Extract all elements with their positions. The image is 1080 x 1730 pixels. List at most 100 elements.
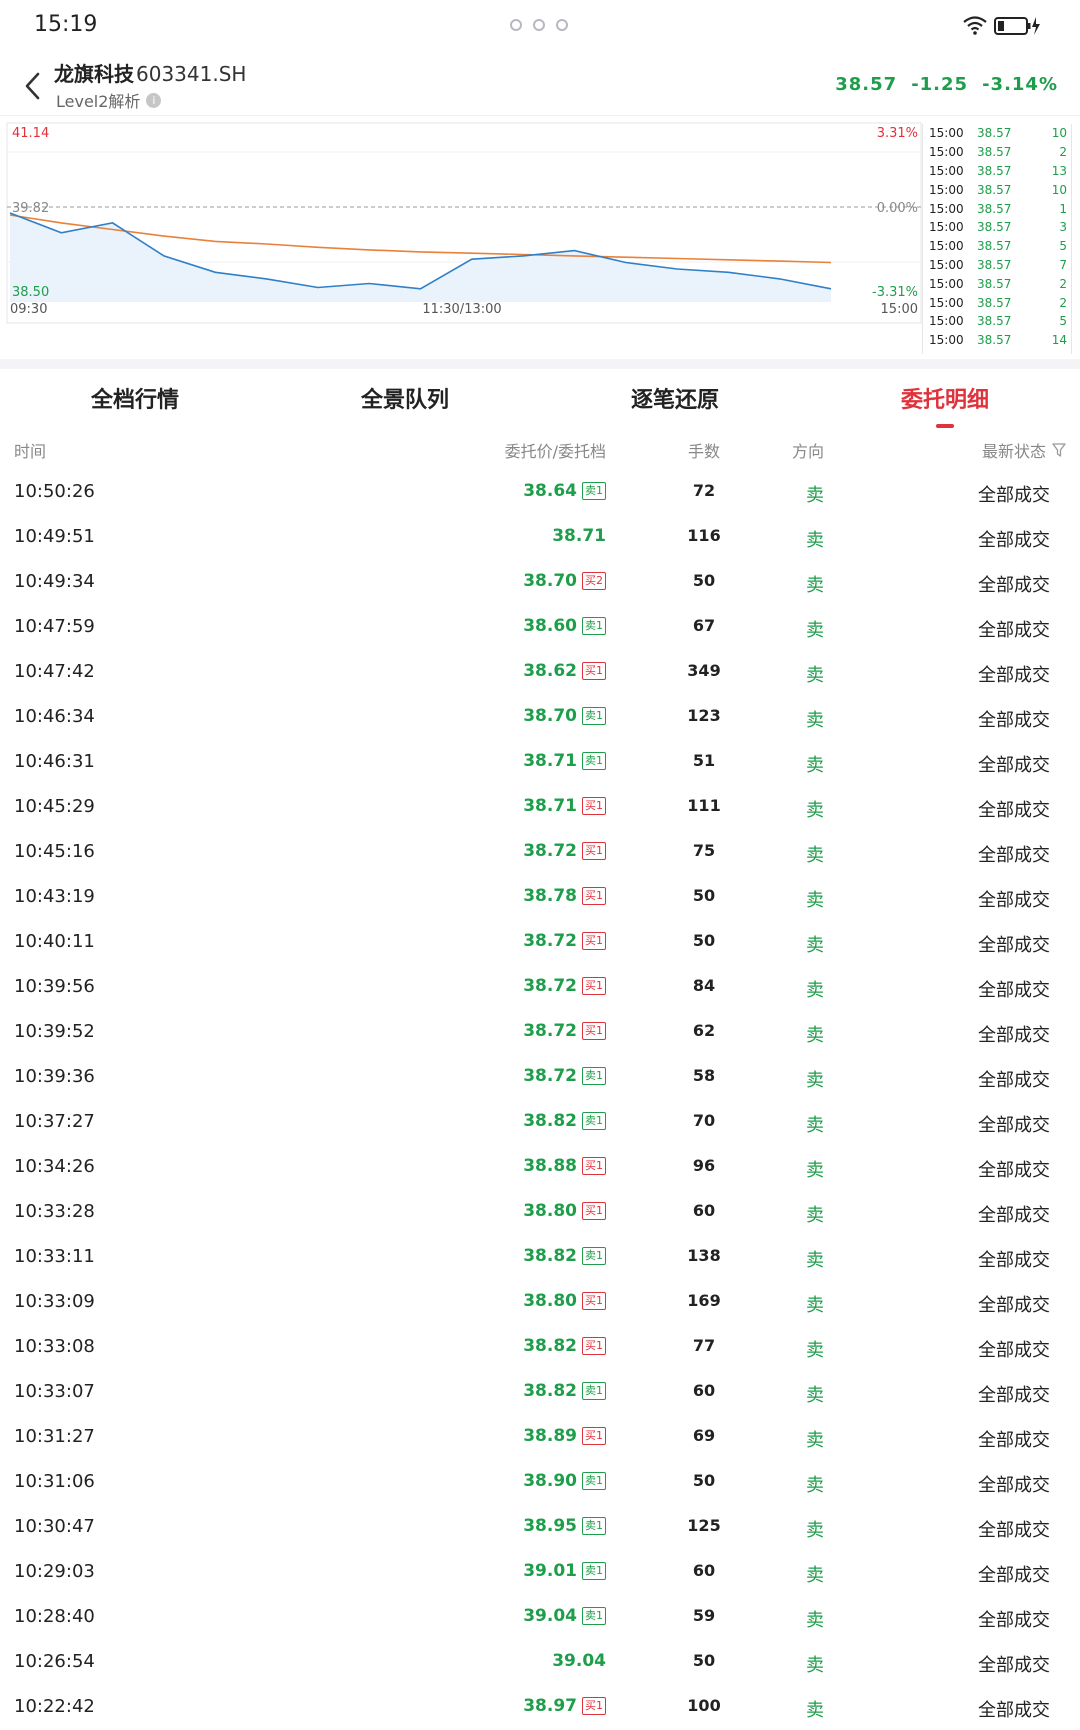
table-row[interactable]: 10:30:4738.95卖1125卖全部成交 xyxy=(0,1505,1080,1550)
order-qty: 60 xyxy=(664,1561,744,1580)
tick-row: 15:0038.572 xyxy=(923,293,1071,312)
table-row[interactable]: 10:33:0738.82卖160卖全部成交 xyxy=(0,1370,1080,1415)
order-price-cell: 39.01卖1 xyxy=(523,1561,606,1581)
tick-time: 15:00 xyxy=(923,126,977,140)
order-direction: 卖 xyxy=(806,886,824,912)
table-row[interactable]: 10:39:3638.72卖158卖全部成交 xyxy=(0,1055,1080,1100)
order-time: 10:47:59 xyxy=(14,616,95,637)
order-direction: 卖 xyxy=(806,796,824,822)
chart-pct-mid: 0.00% xyxy=(877,201,918,216)
table-row[interactable]: 10:33:2838.80买160卖全部成交 xyxy=(0,1190,1080,1235)
tab-3[interactable]: 委托明细 xyxy=(810,370,1080,430)
order-price-cell: 38.71 xyxy=(552,526,606,546)
price-change-pct: -3.14% xyxy=(982,74,1058,95)
order-price-cell: 38.72买1 xyxy=(523,931,606,951)
back-arrow-icon[interactable] xyxy=(20,68,46,104)
table-row[interactable]: 10:45:1638.72买175卖全部成交 xyxy=(0,830,1080,875)
table-row[interactable]: 10:46:3138.71卖151卖全部成交 xyxy=(0,740,1080,785)
table-row[interactable]: 10:22:4238.97买1100卖全部成交 xyxy=(0,1685,1080,1730)
order-level-badge: 卖1 xyxy=(582,482,606,500)
table-row[interactable]: 10:50:2638.64卖172卖全部成交 xyxy=(0,470,1080,515)
current-price: 38.57 xyxy=(835,74,897,95)
order-price-cell: 38.70买2 xyxy=(523,571,606,591)
order-status: 全部成交 xyxy=(978,931,1050,957)
tick-time: 15:00 xyxy=(923,164,977,178)
clock: 15:19 xyxy=(34,12,97,37)
multitask-dots-icon[interactable] xyxy=(510,19,568,31)
tab-2[interactable]: 逐笔还原 xyxy=(540,370,810,430)
order-status: 全部成交 xyxy=(978,841,1050,867)
table-row[interactable]: 10:39:5638.72买184卖全部成交 xyxy=(0,965,1080,1010)
order-price: 38.72 xyxy=(523,931,577,951)
table-row[interactable]: 10:43:1938.78买150卖全部成交 xyxy=(0,875,1080,920)
table-row[interactable]: 10:49:5138.71116卖全部成交 xyxy=(0,515,1080,560)
tick-price: 38.57 xyxy=(977,277,1037,291)
order-status: 全部成交 xyxy=(978,1651,1050,1677)
order-price: 38.82 xyxy=(523,1246,577,1266)
tick-price: 38.57 xyxy=(977,239,1037,253)
table-row[interactable]: 10:31:0638.90卖150卖全部成交 xyxy=(0,1460,1080,1505)
header-status-filter[interactable]: 最新状态 xyxy=(982,438,1066,462)
filter-icon[interactable] xyxy=(1052,443,1066,457)
tab-0[interactable]: 全档行情 xyxy=(0,370,270,430)
tick-row: 15:0038.572 xyxy=(923,274,1071,293)
order-time: 10:34:26 xyxy=(14,1156,95,1177)
order-direction: 卖 xyxy=(806,1561,824,1587)
order-time: 10:45:16 xyxy=(14,841,95,862)
tick-time: 15:00 xyxy=(923,277,977,291)
tick-list[interactable]: 15:0038.571015:0038.57215:0038.571315:00… xyxy=(922,124,1072,354)
table-row[interactable]: 10:34:2638.88买196卖全部成交 xyxy=(0,1145,1080,1190)
order-direction: 卖 xyxy=(806,1381,824,1407)
order-direction: 卖 xyxy=(806,616,824,642)
tick-volume: 14 xyxy=(1037,333,1067,347)
order-price-cell: 38.89买1 xyxy=(523,1426,606,1446)
order-time: 10:33:11 xyxy=(14,1246,95,1267)
price-quote: 38.57-1.25-3.14% xyxy=(835,74,1058,95)
tick-row: 15:0038.572 xyxy=(923,143,1071,162)
tick-price: 38.57 xyxy=(977,202,1037,216)
table-row[interactable]: 10:33:0838.82买177卖全部成交 xyxy=(0,1325,1080,1370)
tick-volume: 10 xyxy=(1037,183,1067,197)
tick-row: 15:0038.575 xyxy=(923,312,1071,331)
intraday-chart-svg: 41.14 39.82 38.50 3.31% 0.00% -3.31% 09:… xyxy=(6,122,922,352)
table-row[interactable]: 10:45:2938.71买1111卖全部成交 xyxy=(0,785,1080,830)
section-divider xyxy=(0,359,1080,369)
level2-subtitle[interactable]: Level2解析 i xyxy=(56,88,161,112)
order-price: 38.82 xyxy=(523,1111,577,1131)
table-row[interactable]: 10:47:4238.62买1349卖全部成交 xyxy=(0,650,1080,695)
tick-row: 15:0038.573 xyxy=(923,218,1071,237)
order-direction: 卖 xyxy=(806,1021,824,1047)
order-price: 38.71 xyxy=(523,751,577,771)
order-level-badge: 买1 xyxy=(582,1337,606,1355)
chart-time-start: 09:30 xyxy=(10,302,47,317)
tick-row: 15:0038.577 xyxy=(923,256,1071,275)
table-row[interactable]: 10:47:5938.60卖167卖全部成交 xyxy=(0,605,1080,650)
order-price-cell: 38.90卖1 xyxy=(523,1471,606,1491)
table-row[interactable]: 10:33:1138.82卖1138卖全部成交 xyxy=(0,1235,1080,1280)
order-direction: 卖 xyxy=(806,526,824,552)
table-row[interactable]: 10:31:2738.89买169卖全部成交 xyxy=(0,1415,1080,1460)
table-row[interactable]: 10:28:4039.04卖159卖全部成交 xyxy=(0,1595,1080,1640)
order-direction: 卖 xyxy=(806,931,824,957)
table-row[interactable]: 10:29:0339.01卖160卖全部成交 xyxy=(0,1550,1080,1595)
table-row[interactable]: 10:39:5238.72买162卖全部成交 xyxy=(0,1010,1080,1055)
level2-label: Level2解析 xyxy=(56,88,140,112)
table-row[interactable]: 10:40:1138.72买150卖全部成交 xyxy=(0,920,1080,965)
tick-volume: 5 xyxy=(1037,239,1067,253)
table-row[interactable]: 10:33:0938.80买1169卖全部成交 xyxy=(0,1280,1080,1325)
order-time: 10:33:09 xyxy=(14,1291,95,1312)
table-row[interactable]: 10:26:5439.0450卖全部成交 xyxy=(0,1640,1080,1685)
table-row[interactable]: 10:49:3438.70买250卖全部成交 xyxy=(0,560,1080,605)
order-time: 10:43:19 xyxy=(14,886,95,907)
order-direction: 卖 xyxy=(806,1426,824,1452)
intraday-chart[interactable]: 41.14 39.82 38.50 3.31% 0.00% -3.31% 09:… xyxy=(6,122,922,352)
order-qty: 60 xyxy=(664,1381,744,1400)
order-qty: 125 xyxy=(664,1516,744,1535)
table-row[interactable]: 10:37:2738.82卖170卖全部成交 xyxy=(0,1100,1080,1145)
order-status: 全部成交 xyxy=(978,526,1050,552)
table-row[interactable]: 10:46:3438.70卖1123卖全部成交 xyxy=(0,695,1080,740)
info-icon[interactable]: i xyxy=(146,93,161,108)
order-qty: 50 xyxy=(664,931,744,950)
order-status: 全部成交 xyxy=(978,1561,1050,1587)
tab-1[interactable]: 全景队列 xyxy=(270,370,540,430)
